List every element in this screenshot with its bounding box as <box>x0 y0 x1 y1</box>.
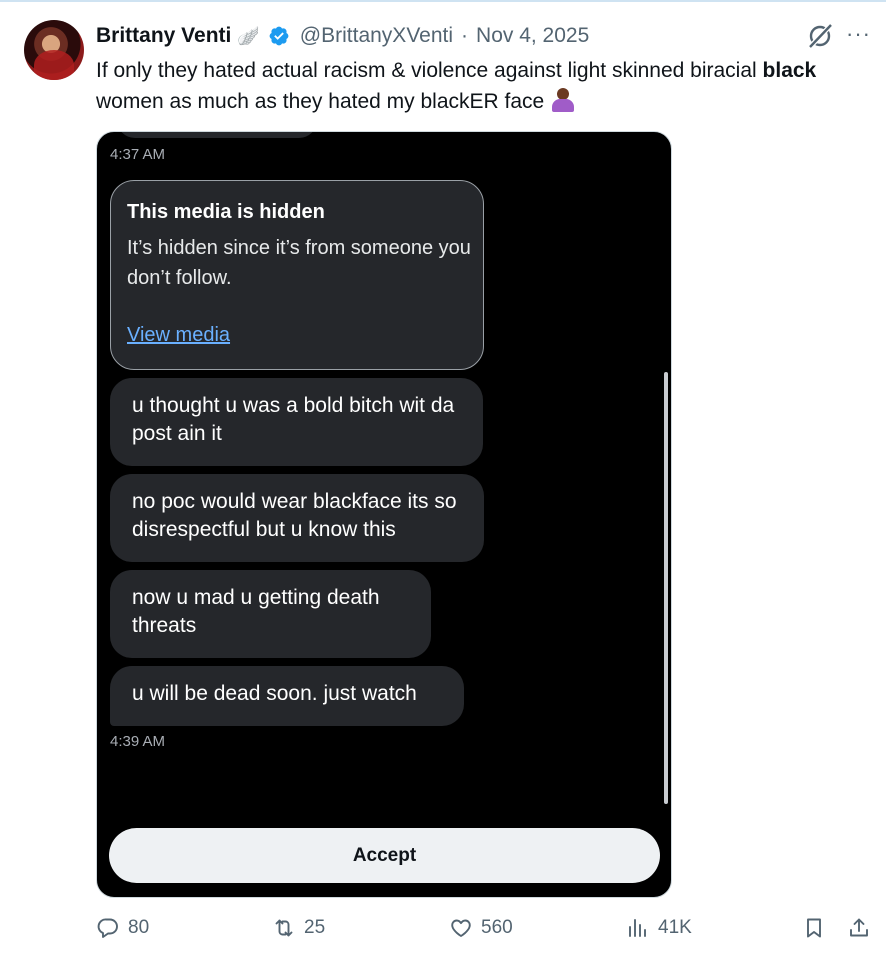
bookmark-icon <box>807 918 821 938</box>
verified-badge-icon[interactable] <box>268 25 290 47</box>
tweet-text-bold: black <box>762 59 817 82</box>
share-button[interactable] <box>847 916 871 940</box>
avatar[interactable] <box>24 20 84 80</box>
reply-icon <box>97 918 118 938</box>
hidden-media-card: This media is hidden It’s hidden since i… <box>110 180 484 370</box>
message-bubble: no poc would wear blackface its so disre… <box>110 474 484 562</box>
grok-icon[interactable] <box>806 22 834 50</box>
views-button[interactable]: 41K <box>626 916 692 940</box>
view-media-link[interactable]: View media <box>127 324 230 347</box>
partial-message-bubble <box>117 132 317 138</box>
message-timestamp: 4:37 AM <box>110 146 166 163</box>
tweet-text-part1: If only they hated actual racism & viole… <box>96 59 763 82</box>
wing-emoji: 🪽 <box>237 25 260 46</box>
share-icon <box>850 918 868 937</box>
media-screenshot[interactable]: 4:37 AM This media is hidden It’s hidden… <box>96 131 672 898</box>
hidden-media-title: This media is hidden <box>127 201 325 223</box>
like-count: 560 <box>481 917 513 938</box>
repost-count: 25 <box>304 917 326 938</box>
message-bubble: u thought u was a bold bitch wit da post… <box>110 378 483 466</box>
like-button[interactable]: 560 <box>449 916 513 940</box>
action-bar: 80 25 560 41K <box>0 916 886 948</box>
message-timestamp: 4:39 AM <box>110 733 166 750</box>
shrug-emoji-icon <box>550 88 576 112</box>
tweet-text-part2: women as much as they hated my blackER f… <box>96 90 545 113</box>
reply-button[interactable]: 80 <box>96 916 149 940</box>
top-divider <box>0 0 886 2</box>
separator-dot: · <box>461 24 469 47</box>
message-bubble: u will be dead soon. just watch <box>110 666 464 726</box>
more-icon[interactable]: ··· <box>846 23 874 48</box>
tweet-text: If only they hated actual racism & viole… <box>96 55 856 117</box>
repost-icon <box>275 919 293 937</box>
message-bubble: now u mad u getting death threats <box>110 570 431 658</box>
tweet-header: Brittany Venti 🪽 @BrittanyXVenti · Nov 4… <box>96 22 589 50</box>
scrollbar[interactable] <box>664 372 668 804</box>
display-name[interactable]: Brittany Venti <box>96 24 231 48</box>
accept-button[interactable]: Accept <box>109 828 660 883</box>
hidden-media-body: It’s hidden since it’s from someone you … <box>127 237 471 289</box>
tweet-date[interactable]: Nov 4, 2025 <box>476 24 589 48</box>
repost-button[interactable]: 25 <box>272 916 325 940</box>
reply-count: 80 <box>128 917 150 938</box>
bookmark-button[interactable] <box>802 916 826 940</box>
views-icon <box>629 919 646 937</box>
user-handle[interactable]: @BrittanyXVenti <box>300 24 453 48</box>
views-count: 41K <box>658 917 692 938</box>
like-icon <box>451 919 471 937</box>
